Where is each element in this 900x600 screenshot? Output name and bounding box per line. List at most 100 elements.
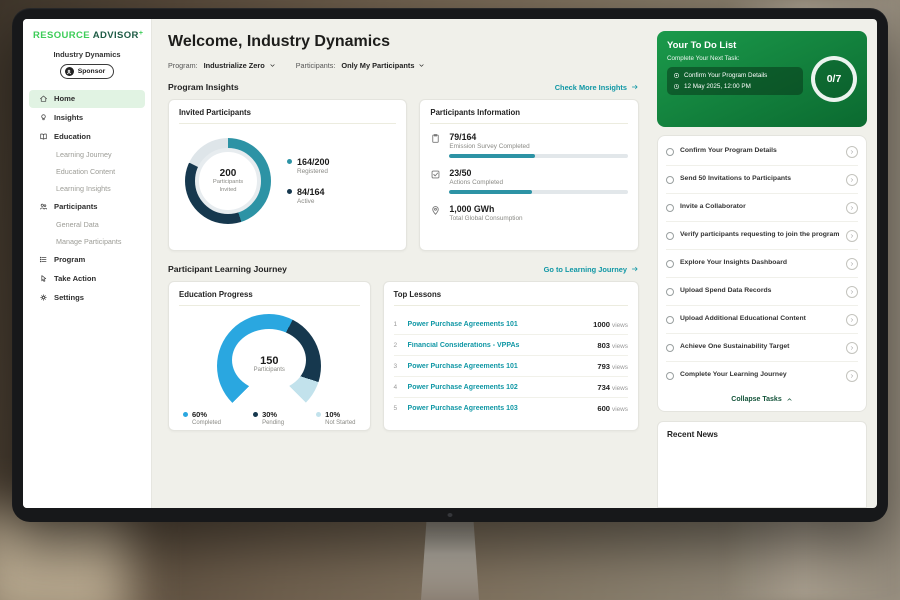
lesson-row: 3 Power Purchase Agreements 101 793views bbox=[394, 356, 628, 377]
task-label: Upload Additional Educational Content bbox=[680, 315, 840, 324]
lesson-views: 803 bbox=[597, 341, 610, 350]
sidebar-item-take-action[interactable]: Take Action bbox=[29, 270, 145, 288]
stat-label: Total Global Consumption bbox=[449, 215, 628, 222]
sidebar-item-participants[interactable]: Participants bbox=[29, 198, 145, 216]
legend-value: 164/200 bbox=[297, 157, 330, 167]
legend-dot bbox=[287, 159, 292, 164]
page-title: Welcome, Industry Dynamics bbox=[168, 33, 639, 51]
task-checkbox[interactable] bbox=[666, 372, 674, 380]
lesson-link[interactable]: Power Purchase Agreements 102 bbox=[408, 384, 592, 391]
sidebar-item-home[interactable]: Home bbox=[29, 90, 145, 108]
task-checkbox[interactable] bbox=[666, 260, 674, 268]
chevron-right-icon bbox=[849, 317, 855, 323]
legend-value: 10% bbox=[325, 410, 355, 419]
task-row[interactable]: Invite a Collaborator bbox=[666, 194, 858, 222]
screen: RESOURCE ADVISOR+ Industry Dynamics Spon… bbox=[23, 19, 877, 508]
task-row[interactable]: Achieve One Sustainability Target bbox=[666, 334, 858, 362]
task-row[interactable]: Explore Your Insights Dashboard bbox=[666, 250, 858, 278]
collapse-tasks-label: Collapse Tasks bbox=[731, 396, 781, 403]
sponsor-badge[interactable]: Sponsor bbox=[60, 64, 115, 79]
sidebar-item-label: Education Content bbox=[56, 167, 115, 176]
participants-filter-dropdown[interactable]: Only My Participants bbox=[341, 61, 425, 70]
lesson-rank: 5 bbox=[394, 405, 402, 412]
collapse-tasks-button[interactable]: Collapse Tasks bbox=[666, 389, 858, 408]
lesson-link[interactable]: Power Purchase Agreements 101 bbox=[408, 363, 592, 370]
sidebar-item-manage-participants[interactable]: Manage Participants bbox=[29, 234, 145, 250]
task-expand-button[interactable] bbox=[846, 146, 858, 158]
task-checkbox[interactable] bbox=[666, 148, 674, 156]
map-pin-icon bbox=[430, 205, 441, 216]
lesson-row: 4 Power Purchase Agreements 102 734views bbox=[394, 377, 628, 398]
task-row[interactable]: Send 50 Invitations to Participants bbox=[666, 166, 858, 194]
progress-fill bbox=[449, 190, 531, 194]
check-more-insights-link[interactable]: Check More Insights bbox=[555, 83, 639, 92]
background-corner-light bbox=[0, 510, 130, 600]
sidebar-item-insights[interactable]: Insights bbox=[29, 109, 145, 127]
tasks-list: Confirm Your Program Details Send 50 Inv… bbox=[657, 135, 867, 412]
task-expand-button[interactable] bbox=[846, 286, 858, 298]
legend-value: 84/164 bbox=[297, 187, 325, 197]
lesson-row: 5 Power Purchase Agreements 103 600views bbox=[394, 398, 628, 418]
lesson-link[interactable]: Power Purchase Agreements 103 bbox=[408, 405, 592, 412]
learning-journey-title: Participant Learning Journey bbox=[168, 264, 287, 274]
card-title: Top Lessons bbox=[394, 290, 628, 306]
task-checkbox[interactable] bbox=[666, 288, 674, 296]
lesson-link[interactable]: Financial Considerations - VPPAs bbox=[408, 342, 592, 349]
task-expand-button[interactable] bbox=[846, 370, 858, 382]
task-expand-button[interactable] bbox=[846, 342, 858, 354]
task-row[interactable]: Upload Additional Educational Content bbox=[666, 306, 858, 334]
task-checkbox[interactable] bbox=[666, 204, 674, 212]
home-icon bbox=[39, 94, 48, 103]
task-checkbox[interactable] bbox=[666, 344, 674, 352]
task-expand-button[interactable] bbox=[846, 174, 858, 186]
task-checkbox[interactable] bbox=[666, 316, 674, 324]
link-label: Check More Insights bbox=[555, 83, 627, 92]
program-filter-dropdown[interactable]: Industrialize Zero bbox=[204, 61, 276, 70]
filters-bar: Program: Industrialize Zero Participants… bbox=[168, 61, 639, 70]
todo-subtitle: Complete Your Next Task: bbox=[667, 55, 803, 62]
task-expand-button[interactable] bbox=[846, 230, 858, 242]
task-row[interactable]: Complete Your Learning Journey bbox=[666, 362, 858, 389]
program-filter-label: Program: bbox=[168, 61, 198, 70]
person-icon bbox=[65, 67, 74, 76]
stat-emission-survey: 79/164 Emission Survey Completed bbox=[430, 132, 628, 158]
stat-value: 1,000 GWh bbox=[449, 204, 628, 214]
sidebar-item-general-data[interactable]: General Data bbox=[29, 217, 145, 233]
sidebar-item-learning-insights[interactable]: Learning Insights bbox=[29, 181, 145, 197]
lesson-views-unit: views bbox=[612, 343, 628, 350]
sidebar-item-label: Learning Insights bbox=[56, 184, 111, 193]
task-checkbox[interactable] bbox=[666, 232, 674, 240]
lesson-link[interactable]: Power Purchase Agreements 101 bbox=[408, 321, 588, 328]
task-row[interactable]: Confirm Your Program Details bbox=[666, 138, 858, 166]
task-checkbox[interactable] bbox=[666, 176, 674, 184]
arrow-right-icon bbox=[631, 265, 639, 273]
task-label: Verify participants requesting to join t… bbox=[680, 231, 840, 240]
chevron-down-icon bbox=[418, 62, 425, 69]
task-expand-button[interactable] bbox=[846, 258, 858, 270]
gear-icon bbox=[39, 293, 48, 302]
next-task-box[interactable]: Confirm Your Program Details 12 May 2025… bbox=[667, 67, 803, 95]
legend-label: Pending bbox=[262, 420, 284, 426]
sidebar-item-education-content[interactable]: Education Content bbox=[29, 164, 145, 180]
lesson-views-unit: views bbox=[612, 322, 628, 329]
participants-information-card: Participants Information 79/164 Emission… bbox=[419, 99, 639, 251]
task-label: Invite a Collaborator bbox=[680, 203, 840, 212]
task-expand-button[interactable] bbox=[846, 314, 858, 326]
list-icon bbox=[39, 255, 48, 264]
lesson-rank: 4 bbox=[394, 384, 402, 391]
logo-primary: RESOURCE bbox=[33, 30, 90, 41]
go-to-learning-journey-link[interactable]: Go to Learning Journey bbox=[544, 265, 639, 274]
right-panel: Your To Do List Complete Your Next Task:… bbox=[653, 19, 877, 508]
task-row[interactable]: Verify participants requesting to join t… bbox=[666, 222, 858, 250]
monitor-bezel: RESOURCE ADVISOR+ Industry Dynamics Spon… bbox=[12, 8, 888, 522]
gauge-center-label: Participants bbox=[254, 367, 285, 373]
sidebar-item-settings[interactable]: Settings bbox=[29, 289, 145, 307]
sidebar-item-learning-journey[interactable]: Learning Journey bbox=[29, 147, 145, 163]
task-row[interactable]: Upload Spend Data Records bbox=[666, 278, 858, 306]
sidebar-item-education[interactable]: Education bbox=[29, 128, 145, 146]
main-content: Welcome, Industry Dynamics Program: Indu… bbox=[152, 19, 653, 508]
task-expand-button[interactable] bbox=[846, 202, 858, 214]
sidebar-item-program[interactable]: Program bbox=[29, 251, 145, 269]
logo-plus: + bbox=[139, 30, 144, 37]
book-icon bbox=[39, 132, 48, 141]
